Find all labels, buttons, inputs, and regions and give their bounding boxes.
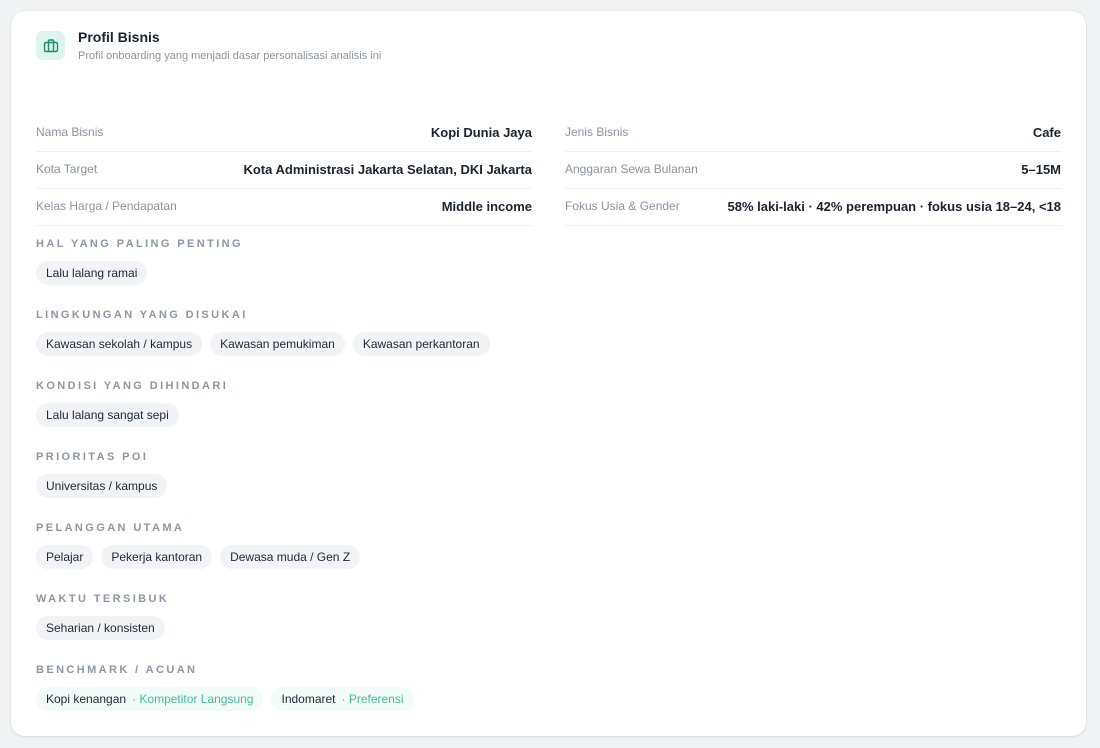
page-subtitle: Profil onboarding yang menjadi dasar per… [78, 50, 382, 62]
detail-value: 58% laki-laki · 42% perempuan · fokus us… [727, 198, 1061, 214]
section-title: Benchmark / Acuan [36, 664, 198, 676]
detail-label: Fokus Usia & Gender [565, 199, 680, 213]
detail-value: Kopi Dunia Jaya [430, 124, 532, 140]
benchmark-chip: Indomaret · Preferensi [271, 687, 414, 711]
detail-label: Kelas Harga / Pendapatan [36, 199, 177, 213]
section-avoided-conditions: Kondisi yang dihindari Lalu lalang sanga… [36, 379, 498, 450]
detail-row: Fokus Usia & Gender 58% laki-laki · 42% … [565, 189, 1061, 226]
detail-row: Anggaran Sewa Bulanan 5–15M [565, 152, 1061, 189]
preference-chip: Kawasan sekolah / kampus [36, 332, 203, 356]
profile-details: Nama Bisnis Kopi Dunia Jaya Kota Target … [36, 115, 1061, 226]
details-right-column: Jenis Bisnis Cafe Anggaran Sewa Bulanan … [565, 115, 1061, 226]
detail-value: 5–15M [1021, 161, 1061, 177]
preference-sections: Hal yang paling penting Lalu lalang rama… [36, 237, 498, 734]
section-title: Waktu tersibuk [36, 593, 170, 605]
briefcase-icon [36, 31, 65, 60]
section-title: Hal yang paling penting [36, 238, 243, 250]
preference-chip: Pelajar [36, 545, 94, 569]
section-benchmark: Benchmark / Acuan Kopi kenangan · Kompet… [36, 663, 498, 734]
benchmark-name: Kopi kenangan [46, 692, 127, 706]
detail-value: Cafe [1032, 124, 1061, 140]
preference-chip: Lalu lalang sangat sepi [36, 403, 179, 427]
detail-row: Jenis Bisnis Cafe [565, 115, 1061, 152]
detail-value: Middle income [441, 198, 532, 214]
detail-label: Anggaran Sewa Bulanan [565, 162, 698, 176]
section-title: Lingkungan yang disukai [36, 309, 248, 321]
section-title: Prioritas POI [36, 451, 149, 463]
details-left-column: Nama Bisnis Kopi Dunia Jaya Kota Target … [36, 115, 532, 226]
benchmark-tag: · Kompetitor Langsung [132, 692, 254, 706]
detail-row: Kota Target Kota Administrasi Jakarta Se… [36, 152, 532, 189]
section-title: Kondisi yang dihindari [36, 380, 229, 392]
benchmark-chip: Kopi kenangan · Kompetitor Langsung [36, 687, 264, 711]
business-profile-card: Profil Bisnis Profil onboarding yang men… [11, 11, 1086, 736]
preference-chip: Kawasan pemukiman [210, 332, 345, 356]
detail-label: Nama Bisnis [36, 125, 104, 139]
detail-row: Nama Bisnis Kopi Dunia Jaya [36, 115, 532, 152]
benchmark-tag: · Preferensi [341, 692, 404, 706]
preference-chip: Seharian / konsisten [36, 616, 165, 640]
section-preferred-environment: Lingkungan yang disukai Kawasan sekolah … [36, 308, 498, 379]
section-priority: Hal yang paling penting Lalu lalang rama… [36, 237, 498, 308]
page-title: Profil Bisnis [78, 29, 160, 45]
detail-label: Kota Target [36, 162, 98, 176]
detail-row: Kelas Harga / Pendapatan Middle income [36, 189, 532, 226]
preference-chip: Lalu lalang ramai [36, 261, 148, 285]
detail-label: Jenis Bisnis [565, 125, 629, 139]
section-main-customers: Pelanggan utama Pelajar Pekerja kantoran… [36, 521, 498, 592]
preference-chip: Pekerja kantoran [101, 545, 213, 569]
section-title: Pelanggan utama [36, 522, 185, 534]
preference-chip: Dewasa muda / Gen Z [220, 545, 361, 569]
section-busiest-time: Waktu tersibuk Seharian / konsisten [36, 592, 498, 663]
preference-chip: Universitas / kampus [36, 474, 168, 498]
section-poi-priority: Prioritas POI Universitas / kampus [36, 450, 498, 521]
benchmark-name: Indomaret [281, 692, 336, 706]
card-header: Profil Bisnis Profil onboarding yang men… [36, 29, 381, 63]
detail-value: Kota Administrasi Jakarta Selatan, DKI J… [243, 161, 532, 177]
preference-chip: Kawasan perkantoran [352, 332, 490, 356]
